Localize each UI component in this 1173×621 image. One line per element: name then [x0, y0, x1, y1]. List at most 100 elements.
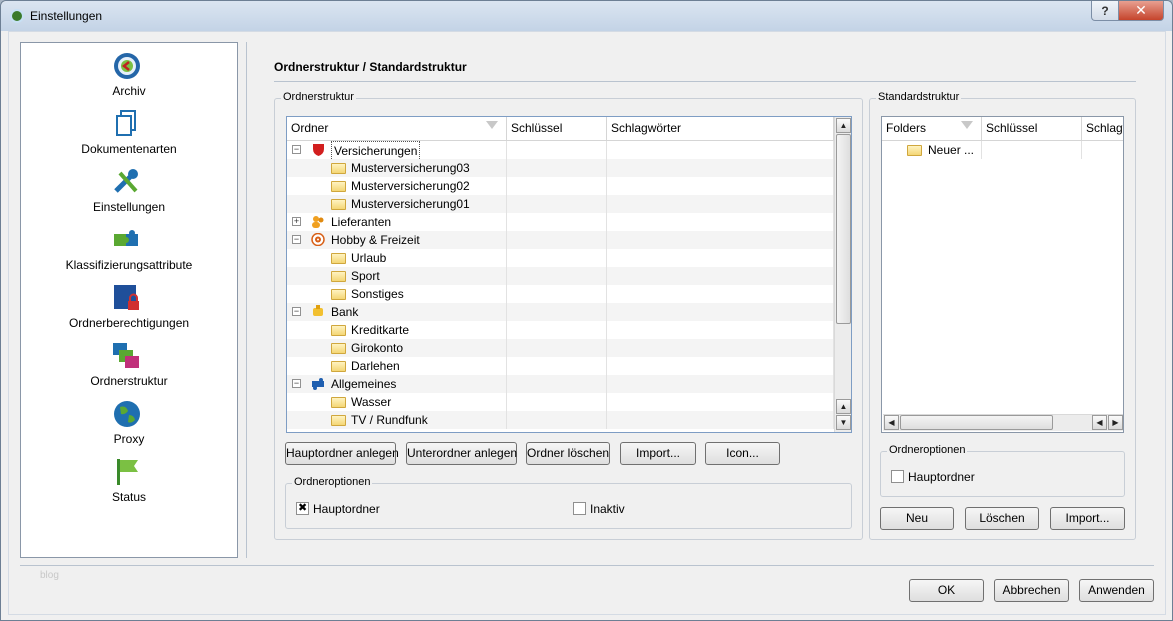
scroll-up-icon[interactable]: ▲	[836, 399, 851, 414]
folder-icon	[331, 271, 346, 282]
sidebar-item-archiv[interactable]: Archiv	[21, 51, 237, 107]
collapse-icon[interactable]: −	[292, 145, 301, 154]
tree-cell	[507, 321, 607, 339]
delete-folder-button[interactable]: Ordner löschen	[526, 442, 610, 465]
cancel-button[interactable]: Abbrechen	[994, 579, 1069, 602]
sidebar-item-proxy[interactable]: Proxy	[21, 399, 237, 455]
tree-row[interactable]: Musterversicherung01	[287, 195, 834, 213]
tree-row[interactable]: Girokonto	[287, 339, 834, 357]
tree-row-label: Versicherungen	[331, 141, 421, 161]
tree-header: Ordner Schlüssel Schlagwörter	[287, 117, 834, 141]
tree-row[interactable]: Sport	[287, 267, 834, 285]
column-header-schlagwoerter[interactable]: Schlagw	[1082, 117, 1123, 140]
flag-icon	[117, 459, 138, 485]
folder-icon	[331, 343, 346, 354]
tree-row-label: Allgemeines	[331, 377, 397, 391]
archive-icon	[114, 53, 140, 79]
tree-row[interactable]: Wasser	[287, 393, 834, 411]
footer-watermark: blog	[40, 570, 59, 581]
tree-cell	[507, 195, 607, 213]
tree-row-label: Bank	[331, 305, 359, 319]
scroll-down-icon[interactable]: ▼	[836, 415, 851, 430]
collapse-icon[interactable]: −	[292, 235, 301, 244]
sidebar-item-klassifizierungsattribute[interactable]: Klassifizierungsattribute	[21, 225, 237, 281]
sidebar-item-dokumentenarten[interactable]: Dokumentenarten	[21, 109, 237, 165]
collapse-icon[interactable]: −	[292, 307, 301, 316]
tree-vertical-scrollbar[interactable]: ▲ ▲ ▼	[834, 117, 851, 432]
column-header-schluessel[interactable]: Schlüssel	[507, 117, 607, 140]
column-header-schluessel[interactable]: Schlüssel	[982, 117, 1082, 140]
tree-row-label: Hobby & Freizeit	[331, 233, 420, 247]
tree-cell	[607, 195, 834, 213]
add-main-folder-button[interactable]: Hauptordner anlegen	[285, 442, 399, 465]
tree-row[interactable]: Urlaub	[287, 249, 834, 267]
sidebar-item-einstellungen[interactable]: Einstellungen	[21, 167, 237, 223]
collapse-icon[interactable]: −	[292, 379, 301, 388]
tree-cell	[607, 375, 834, 393]
standard-tree[interactable]: Folders Schlüssel Schlagw Neuer ... ◀ ◀ …	[881, 116, 1124, 433]
sidebar-item-ordnerberechtigungen[interactable]: Ordnerberechtigungen	[21, 283, 237, 339]
tree-cell	[607, 159, 834, 177]
new-button[interactable]: Neu	[880, 507, 954, 530]
tree-row[interactable]: Darlehen	[287, 357, 834, 375]
tree-cell	[507, 267, 607, 285]
tree-cell	[507, 393, 607, 411]
scroll-left-icon[interactable]: ◀	[1092, 415, 1107, 430]
standard-main-folder-checkbox[interactable]	[891, 470, 904, 483]
help-button[interactable]: ?	[1091, 1, 1119, 21]
tree-row[interactable]: Sonstiges	[287, 285, 834, 303]
title-bar[interactable]: Einstellungen ? ✕	[1, 1, 1172, 31]
tree-row[interactable]: − Allgemeines	[287, 375, 834, 393]
tree-cell	[507, 339, 607, 357]
tree-row[interactable]: Musterversicherung02	[287, 177, 834, 195]
tree-row[interactable]: + Lieferanten	[287, 213, 834, 231]
tree-row[interactable]: TV / Rundfunk	[287, 411, 834, 429]
delete-button[interactable]: Löschen	[965, 507, 1039, 530]
scroll-right-icon[interactable]: ▶	[1108, 415, 1123, 430]
column-header-label: Ordner	[291, 121, 329, 135]
tree-row[interactable]: − Bank	[287, 303, 834, 321]
column-header-folders[interactable]: Folders	[882, 117, 982, 140]
sidebar-item-ordnerstruktur[interactable]: Ordnerstruktur	[21, 341, 237, 397]
tree-row[interactable]: Kreditkarte	[287, 321, 834, 339]
scroll-thumb[interactable]	[836, 134, 851, 324]
folder-tree[interactable]: Ordner Schlüssel Schlagwörter − Versicher…	[286, 116, 852, 433]
scroll-thumb[interactable]	[900, 415, 1053, 430]
main-folder-label: Hauptordner	[313, 502, 380, 516]
tree-row-label: Wasser	[351, 395, 392, 409]
puzzle-icon	[114, 230, 138, 246]
tree-row-label: Lieferanten	[331, 215, 392, 229]
folder-icon	[331, 163, 346, 174]
add-subfolder-button[interactable]: Unterordner anlegen	[406, 442, 517, 465]
tree-row-label: Kreditkarte	[351, 323, 410, 337]
tree-row[interactable]: Musterversicherung03	[287, 159, 834, 177]
column-header-schlagwoerter[interactable]: Schlagwörter	[607, 117, 834, 140]
expand-icon[interactable]: +	[292, 217, 301, 226]
icon-button[interactable]: Icon...	[705, 442, 780, 465]
tree-row[interactable]: − Versicherungen	[287, 141, 834, 161]
scroll-up-icon[interactable]: ▲	[836, 118, 851, 133]
folder-structure-icon	[113, 343, 139, 368]
tree-cell	[507, 213, 607, 231]
tree-cell	[607, 249, 834, 267]
column-header-ordner[interactable]: Ordner	[287, 117, 507, 140]
sidebar-item-status[interactable]: Status	[21, 457, 237, 513]
sort-indicator-icon	[486, 121, 498, 129]
inactive-label: Inaktiv	[590, 502, 625, 516]
standard-import-button[interactable]: Import...	[1050, 507, 1125, 530]
tree-header: Folders Schlüssel Schlagw	[882, 117, 1123, 141]
tree-cell	[507, 159, 607, 177]
footer-divider	[20, 565, 1154, 566]
inactive-checkbox[interactable]	[573, 502, 586, 515]
close-button[interactable]: ✕	[1118, 1, 1164, 21]
ok-button[interactable]: OK	[909, 579, 984, 602]
scroll-left-icon[interactable]: ◀	[884, 415, 899, 430]
main-folder-checkbox[interactable]	[296, 501, 309, 515]
tree-cell	[287, 267, 507, 285]
tree-row[interactable]: − Hobby & Freizeit	[287, 231, 834, 249]
tree-row[interactable]: Neuer ...	[882, 141, 1123, 159]
standard-tree-horizontal-scrollbar[interactable]: ◀ ◀ ▶	[883, 414, 1123, 431]
import-button[interactable]: Import...	[620, 442, 696, 465]
apply-button[interactable]: Anwenden	[1079, 579, 1154, 602]
tree-row-label: TV / Rundfunk	[351, 413, 428, 427]
